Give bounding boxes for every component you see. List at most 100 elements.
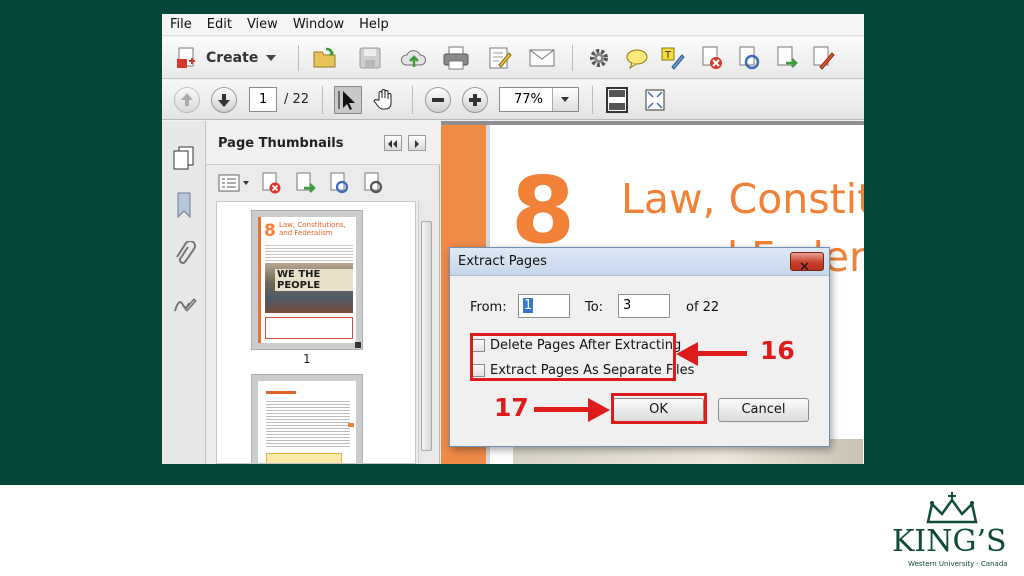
hand-icon	[373, 89, 392, 110]
list-options-icon	[218, 174, 249, 192]
page-thumbnail-2[interactable]	[251, 374, 363, 463]
thumbnail-page-number: 1	[303, 352, 311, 366]
extract-page-icon[interactable]	[774, 45, 800, 71]
menu-window[interactable]: Window	[293, 17, 344, 32]
close-icon: ✕	[799, 260, 810, 275]
thumbnail-text-lines	[266, 399, 350, 449]
logo-tagline: Western University · Canada	[908, 560, 1008, 568]
delete-thumbnail-page-button[interactable]	[260, 171, 284, 199]
attachments-button[interactable]	[172, 240, 196, 273]
svg-text:T: T	[664, 50, 672, 61]
fit-page-button[interactable]	[604, 86, 630, 113]
bookmarks-button[interactable]	[172, 191, 196, 223]
cursor-arrow-icon	[338, 91, 355, 110]
thumbnail-callout-box	[265, 317, 353, 339]
menu-view[interactable]: View	[247, 17, 278, 32]
main-toolbar: Create T	[162, 37, 864, 79]
page-number-input[interactable]: 1	[249, 87, 277, 112]
highlight-text-icon[interactable]: T	[660, 45, 686, 71]
page-thumbnails-panel: Page Thumbnails 8 Law, Constitutions, an…	[206, 121, 440, 464]
cloud-upload-icon[interactable]	[400, 45, 427, 71]
zoom-out-button[interactable]	[425, 87, 451, 113]
extract-thumbnail-page-button[interactable]	[294, 171, 318, 199]
dialog-close-button[interactable]: ✕	[790, 252, 824, 275]
zoom-in-button[interactable]	[462, 87, 488, 113]
bookmark-icon	[177, 192, 191, 219]
navigation-toolbar: 1 / 22 77%	[162, 80, 864, 120]
from-page-input[interactable]: 1	[518, 294, 570, 318]
to-label: To:	[585, 300, 604, 315]
rotate-page-button[interactable]	[328, 171, 352, 199]
arrow-down-icon	[218, 94, 230, 107]
menu-bar: File Edit View Window Help	[162, 14, 864, 36]
to-page-input[interactable]: 3	[618, 294, 670, 318]
next-page-button[interactable]	[211, 87, 237, 113]
gear-icon[interactable]	[586, 45, 612, 71]
zoom-dropdown-button[interactable]	[552, 88, 578, 111]
signatures-button[interactable]	[172, 291, 198, 321]
full-screen-button[interactable]	[642, 86, 668, 112]
arrow-17-head-icon	[588, 398, 610, 422]
thumbnail-marker	[348, 423, 354, 427]
thumbnails-list: 8 Law, Constitutions, and Federalism WE …	[216, 201, 416, 464]
arrow-16-head-icon	[676, 342, 698, 366]
panel-options-button[interactable]	[408, 135, 426, 151]
email-icon[interactable]	[528, 45, 555, 71]
thumbnail-photo: WE THE PEOPLE	[265, 263, 353, 313]
create-button[interactable]: Create	[176, 47, 277, 69]
panel-tools	[206, 165, 440, 201]
thumbnail-chapter-number: 8	[264, 221, 276, 241]
collapse-panel-button[interactable]	[384, 135, 402, 151]
toolbar-divider	[412, 86, 413, 114]
minus-icon	[432, 98, 444, 102]
plus-icon	[469, 94, 481, 106]
scrollbar-thumb[interactable]	[421, 221, 432, 451]
expand-icon	[645, 89, 665, 111]
toolbar-divider	[322, 86, 323, 114]
menu-edit[interactable]: Edit	[207, 17, 232, 32]
save-icon[interactable]	[357, 45, 383, 71]
page-total: / 22	[284, 92, 310, 107]
fit-page-icon	[606, 87, 628, 113]
print-icon[interactable]	[442, 45, 469, 71]
of-total-label: of 22	[686, 300, 720, 315]
step-17-label: 17	[494, 393, 529, 422]
sign-document-icon[interactable]	[810, 45, 836, 71]
thumbnail-corner	[355, 342, 361, 348]
thumbnails-scrollbar[interactable]	[418, 201, 434, 464]
page-thumbnail-1[interactable]: 8 Law, Constitutions, and Federalism WE …	[251, 210, 363, 350]
previous-page-button[interactable]	[174, 87, 200, 113]
extract-page-icon	[296, 172, 316, 193]
toolbar-divider	[298, 45, 299, 71]
kings-logo: KING’S Western University · Canada	[888, 492, 1018, 572]
thumbnail-options-button[interactable]	[218, 173, 252, 197]
comment-icon[interactable]	[624, 45, 650, 71]
hand-tool-button[interactable]	[372, 86, 398, 112]
menu-help[interactable]: Help	[359, 17, 389, 32]
dialog-title-bar: Extract Pages ✕	[450, 248, 829, 276]
select-tool-button[interactable]	[334, 86, 362, 114]
from-label: From:	[470, 300, 507, 315]
page-thumbnails-button[interactable]	[171, 145, 197, 175]
delete-page-icon[interactable]	[699, 45, 725, 71]
options-highlight-box	[470, 333, 676, 381]
replace-page-icon	[364, 172, 383, 194]
paperclip-icon	[176, 240, 196, 264]
replace-thumbnail-page-button[interactable]	[362, 171, 386, 199]
delete-page-icon	[262, 172, 281, 194]
cancel-button[interactable]: Cancel	[718, 398, 809, 422]
replace-page-icon[interactable]	[736, 45, 762, 71]
thumbnail-text-lines	[265, 243, 353, 261]
create-label: Create	[206, 50, 259, 66]
arrow-16-shaft	[692, 351, 747, 356]
menu-file[interactable]: File	[170, 17, 192, 32]
rotate-page-icon	[330, 172, 349, 194]
toolbar-divider	[592, 86, 593, 114]
create-pdf-icon	[176, 47, 198, 69]
chevron-right-icon	[415, 140, 419, 148]
acrobat-screenshot: File Edit View Window Help Create T 1 / …	[162, 14, 864, 464]
thumbnail-title: Law, Constitutions, and Federalism	[279, 221, 346, 237]
open-folder-icon[interactable]	[312, 45, 338, 71]
edit-document-icon[interactable]	[487, 45, 513, 71]
panel-title: Page Thumbnails	[218, 136, 344, 151]
